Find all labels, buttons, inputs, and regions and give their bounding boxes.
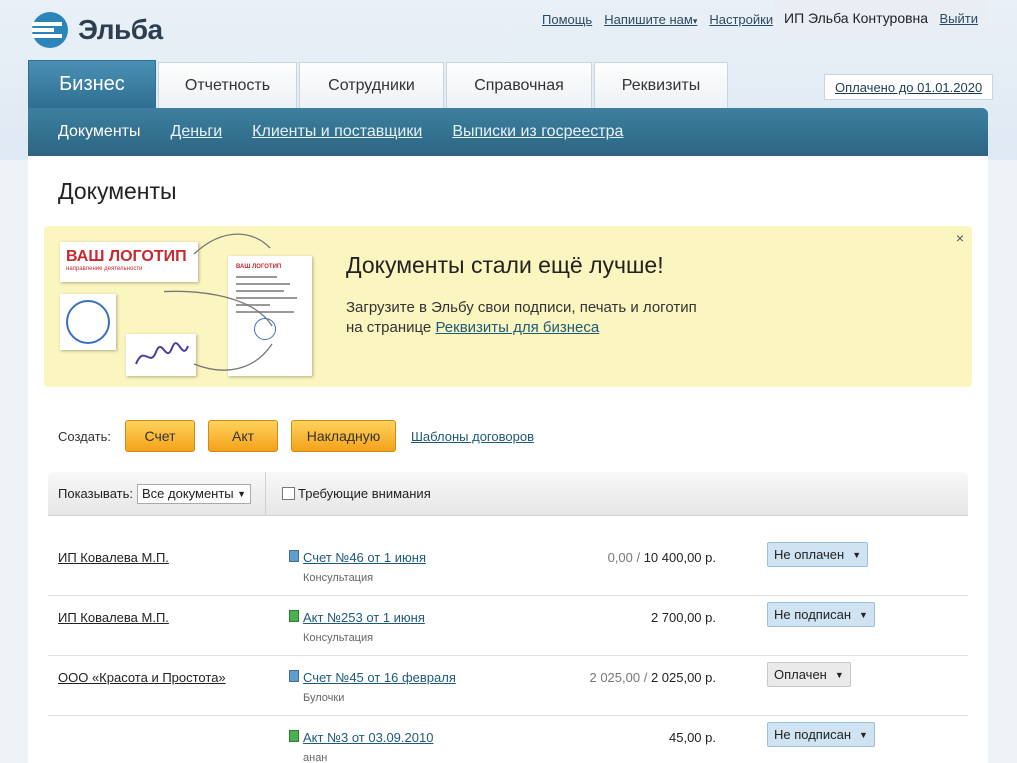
client-link[interactable]: ИП Ковалева М.П. bbox=[58, 610, 169, 625]
write-us-link[interactable]: Напишите нам▾ bbox=[604, 12, 697, 27]
document-amount: 0,00 / 10 400,00 р. bbox=[608, 550, 716, 565]
document-amount: 2 700,00 р. bbox=[651, 610, 716, 625]
show-filter: Показывать: Все документы ▼ bbox=[48, 471, 266, 516]
write-us-label: Напишите нам bbox=[604, 12, 693, 27]
contract-templates-link[interactable]: Шаблоны договоров bbox=[411, 429, 534, 444]
attention-label: Требующие внимания bbox=[298, 486, 431, 501]
document-description: Консультация bbox=[303, 632, 374, 644]
paid-amount: 2 025,00 / bbox=[589, 670, 651, 685]
chevron-down-icon: ▼ bbox=[237, 488, 246, 499]
tab-reporting[interactable]: Отчетность bbox=[158, 62, 297, 108]
document-link[interactable]: Счет №46 от 1 июня bbox=[303, 550, 426, 565]
document-link[interactable]: Счет №45 от 16 февраля bbox=[303, 670, 456, 685]
status-label: Не подписан bbox=[774, 727, 852, 742]
sub-navigation: Документы Деньги Клиенты и поставщики Вы… bbox=[28, 108, 988, 156]
table-row: ИП Ковалева М.П. Акт №253 от 1 июня Конс… bbox=[48, 596, 968, 656]
document-amount: 45,00 р. bbox=[669, 730, 716, 745]
subnav-money[interactable]: Деньги bbox=[170, 123, 222, 141]
caret-down-icon: ▼ bbox=[852, 549, 862, 560]
help-link[interactable]: Помощь bbox=[542, 12, 592, 27]
act-icon bbox=[289, 610, 299, 622]
create-act-button[interactable]: Акт bbox=[208, 420, 279, 452]
stamp-icon bbox=[66, 300, 110, 344]
document-description: Консультация bbox=[303, 572, 374, 584]
subnav-registry[interactable]: Выписки из госреестра bbox=[452, 123, 623, 141]
caret-down-icon: ▼ bbox=[834, 669, 844, 680]
create-invoice-button[interactable]: Счет bbox=[125, 420, 196, 452]
create-waybill-button[interactable]: Накладную bbox=[291, 420, 397, 452]
attention-filter: Требующие внимания bbox=[266, 486, 431, 501]
main-panel: Документы × ВАШ ЛОГОТИП направление деят… bbox=[28, 156, 988, 763]
brand-name: Эльба bbox=[78, 14, 163, 45]
create-label: Создать: bbox=[58, 428, 112, 444]
document-type-select[interactable]: Все документы ▼ bbox=[136, 483, 251, 504]
document-link[interactable]: Акт №3 от 03.09.2010 bbox=[303, 730, 433, 745]
user-name: ИП Эльба Контуровна bbox=[784, 10, 929, 26]
paid-until-link[interactable]: Оплачено до 01.01.2020 bbox=[835, 80, 982, 95]
attention-checkbox[interactable] bbox=[282, 487, 295, 500]
page-title: Документы bbox=[58, 178, 177, 204]
promo-title: Документы стали ещё лучше! bbox=[346, 252, 664, 278]
status-dropdown[interactable]: Не подписан ▼ bbox=[767, 602, 875, 627]
total-amount: 10 400,00 р. bbox=[643, 550, 716, 565]
close-icon[interactable]: × bbox=[956, 230, 964, 246]
stamp-sample-card bbox=[60, 294, 116, 350]
invoice-icon bbox=[289, 670, 299, 682]
create-row: Создать: Счет Акт Накладную Шаблоны дого… bbox=[58, 420, 534, 452]
tab-employees[interactable]: Сотрудники bbox=[299, 62, 444, 108]
user-box: ИП Эльба Контуровна Выйти bbox=[774, 0, 988, 36]
status-dropdown[interactable]: Не оплачен ▼ bbox=[767, 542, 869, 567]
documents-list: ИП Ковалева М.П. Счет №46 от 1 июня Конс… bbox=[48, 536, 968, 763]
paid-until-badge[interactable]: Оплачено до 01.01.2020 bbox=[824, 74, 994, 100]
table-row: ИП Ковалева М.П. Счет №46 от 1 июня Конс… bbox=[48, 536, 968, 596]
client-link[interactable]: ИП Ковалева М.П. bbox=[58, 550, 169, 565]
elba-logo[interactable]: Эльба bbox=[30, 10, 163, 50]
requisites-link[interactable]: Реквизиты для бизнеса bbox=[435, 319, 599, 336]
caret-down-icon: ▼ bbox=[859, 729, 868, 740]
status-dropdown[interactable]: Не подписан ▼ bbox=[767, 722, 875, 747]
document-amount: 2 025,00 / 2 025,00 р. bbox=[589, 670, 716, 685]
document-link[interactable]: Акт №253 от 1 июня bbox=[303, 610, 425, 625]
caret-down-icon: ▼ bbox=[859, 609, 868, 620]
table-row: Акт №3 от 03.09.2010 анан 45,00 р. Не по… bbox=[48, 716, 968, 763]
document-description: анан bbox=[303, 752, 328, 763]
tab-business[interactable]: Бизнес bbox=[28, 60, 156, 108]
act-icon bbox=[289, 730, 299, 742]
client-link[interactable]: ООО «Красота и Простота» bbox=[58, 670, 226, 685]
promo-text: Загрузите в Эльбу свои подписи, печать и… bbox=[346, 298, 706, 338]
status-label: Оплачен bbox=[774, 667, 827, 682]
tab-requisites[interactable]: Реквизиты bbox=[594, 62, 728, 108]
total-amount: 45,00 р. bbox=[669, 730, 716, 745]
arrows-decoration bbox=[164, 233, 273, 371]
logout-link[interactable]: Выйти bbox=[940, 11, 979, 26]
status-label: Не оплачен bbox=[774, 547, 845, 562]
subnav-documents[interactable]: Документы bbox=[58, 123, 140, 141]
status-label: Не подписан bbox=[774, 607, 852, 622]
promo-banner: × ВАШ ЛОГОТИП направление деятельности В… bbox=[44, 226, 972, 387]
total-amount: 2 700,00 р. bbox=[650, 610, 716, 625]
table-row: ООО «Красота и Простота» Счет №45 от 16 … bbox=[48, 656, 968, 716]
document-description: Булочки bbox=[303, 692, 345, 704]
status-dropdown[interactable]: Оплачен ▼ bbox=[767, 662, 851, 687]
top-links: Помощь Напишите нам▾ Настройки bbox=[542, 12, 773, 27]
paid-amount: 0,00 / bbox=[607, 550, 644, 565]
tab-reference[interactable]: Справочная bbox=[446, 62, 592, 108]
show-label: Показывать: bbox=[58, 486, 133, 501]
invoice-icon bbox=[289, 550, 299, 562]
document-type-value: Все документы bbox=[141, 486, 234, 501]
elba-logo-icon bbox=[30, 10, 70, 50]
settings-link[interactable]: Настройки bbox=[709, 12, 773, 27]
total-amount: 2 025,00 р. bbox=[650, 670, 716, 685]
main-tabs: Бизнес Отчетность Сотрудники Справочная … bbox=[28, 60, 730, 108]
chevron-down-icon: ▾ bbox=[692, 16, 698, 26]
filter-bar: Показывать: Все документы ▼ Требующие вн… bbox=[48, 471, 968, 516]
subnav-clients[interactable]: Клиенты и поставщики bbox=[252, 123, 422, 141]
